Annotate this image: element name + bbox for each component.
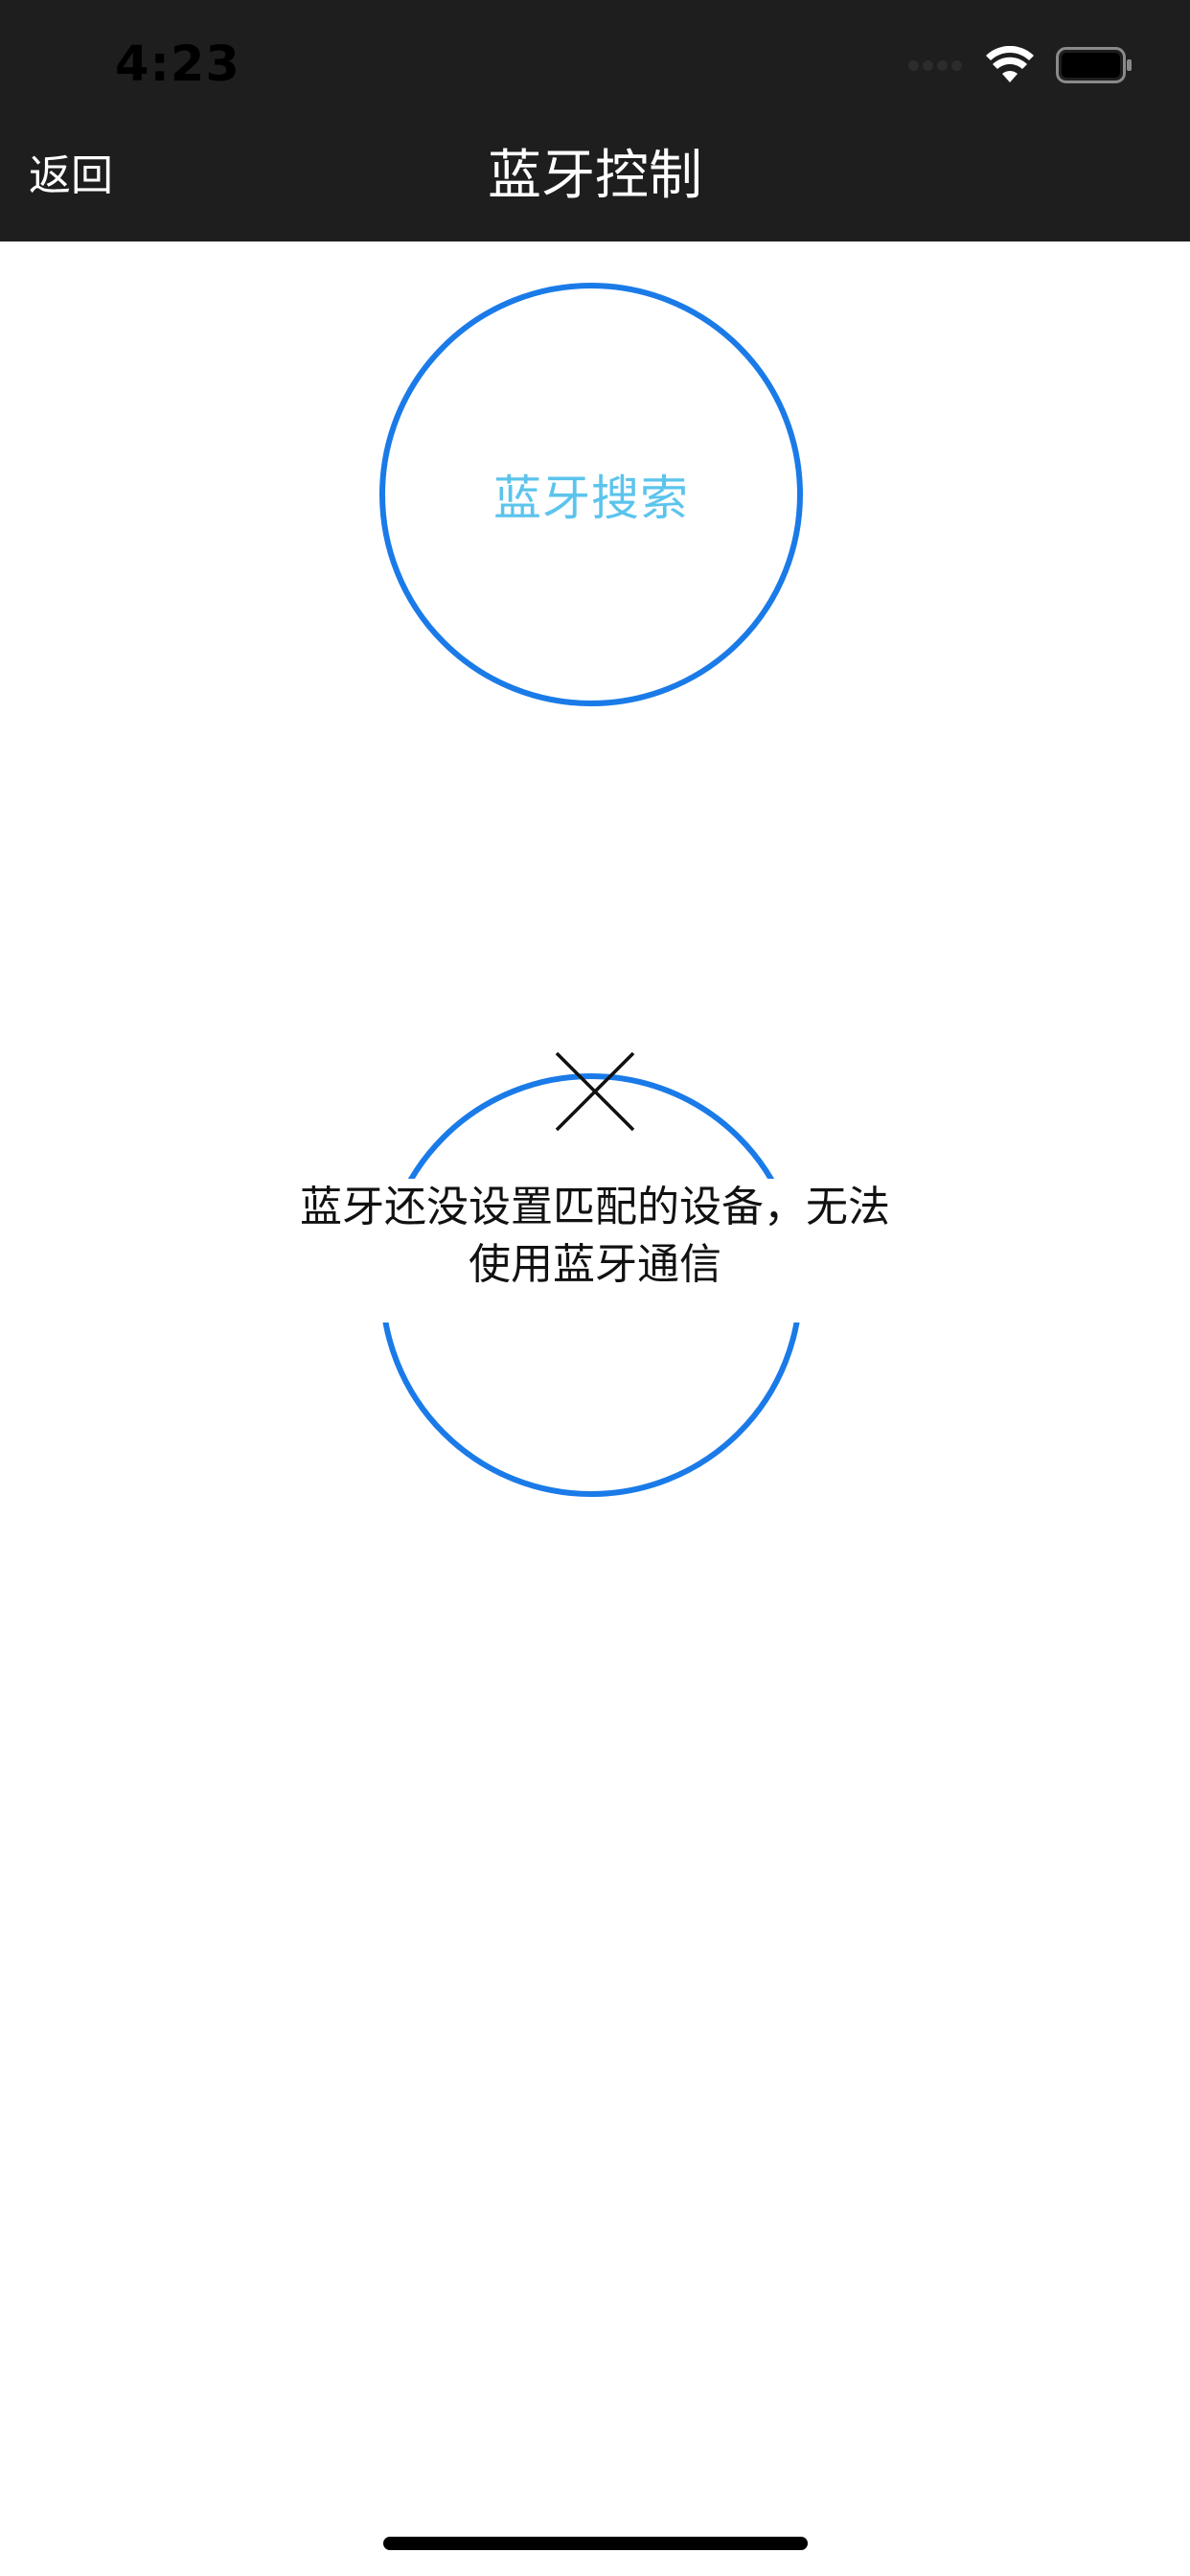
home-indicator[interactable] [383, 2537, 808, 2550]
cellular-signal-icon [908, 59, 966, 71]
no-paired-device-message: 蓝牙还没设置匹配的设备，无法使用蓝牙通信 [287, 1179, 903, 1322]
status-indicators [908, 46, 1133, 84]
bluetooth-search-label: 蓝牙搜索 [493, 471, 689, 526]
page-title: 蓝牙控制 [488, 145, 702, 207]
battery-icon [1056, 47, 1132, 83]
wifi-icon [986, 46, 1034, 82]
bluetooth-control-screen: 4:23 返回 蓝牙控制 蓝牙搜索 蓝牙还没设置匹配的设备，无法使用蓝牙通信 [0, 0, 1190, 2576]
bluetooth-search-button[interactable]: 蓝牙搜索 [379, 283, 803, 706]
navigation-bar: 4:23 返回 蓝牙控制 [0, 0, 1190, 242]
status-time: 4:23 [115, 36, 240, 93]
close-icon[interactable] [553, 1049, 637, 1134]
